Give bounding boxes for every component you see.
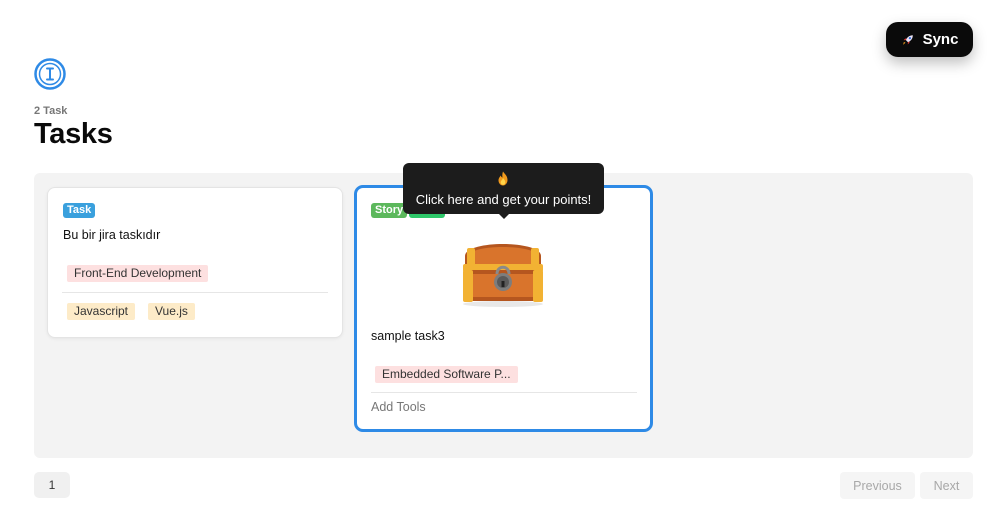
add-tools-link[interactable]: Add Tools [371, 400, 426, 414]
tooltip-arrow [499, 214, 509, 219]
rocket-icon [902, 34, 913, 45]
story-card[interactable]: Story sample task3 Embedded Software P..… [354, 185, 653, 432]
page-title: Tasks [34, 118, 113, 150]
fire-icon [498, 171, 508, 186]
tech-tag: Vue.js [148, 303, 195, 320]
category-tag: Front-End Development [67, 265, 209, 282]
tooltip-text: Click here and get your points! [415, 192, 592, 207]
next-button[interactable]: Next [920, 472, 973, 499]
card-title: sample task3 [371, 329, 445, 343]
type-badge: Task [63, 203, 96, 218]
page-number-button[interactable]: 1 [34, 472, 70, 498]
task-card[interactable]: Task Bu bir jira taskıdır Front-End Deve… [47, 187, 343, 338]
treasure-chest-icon [463, 244, 543, 307]
category-tag: Embedded Software P... [375, 366, 518, 383]
card-title: Bu bir jira taskıdır [63, 228, 161, 242]
sync-label: Sync [922, 31, 959, 48]
card-divider [371, 392, 637, 393]
task-count: 2 Task [34, 105, 68, 117]
sync-button[interactable]: Sync [886, 22, 973, 57]
type-badge: Story [371, 203, 408, 218]
card-divider [62, 292, 328, 293]
points-tooltip[interactable]: Click here and get your points! [403, 163, 604, 219]
info-circle-icon [34, 58, 66, 90]
previous-button[interactable]: Previous [840, 472, 915, 499]
tech-tag: Javascript [67, 303, 136, 320]
